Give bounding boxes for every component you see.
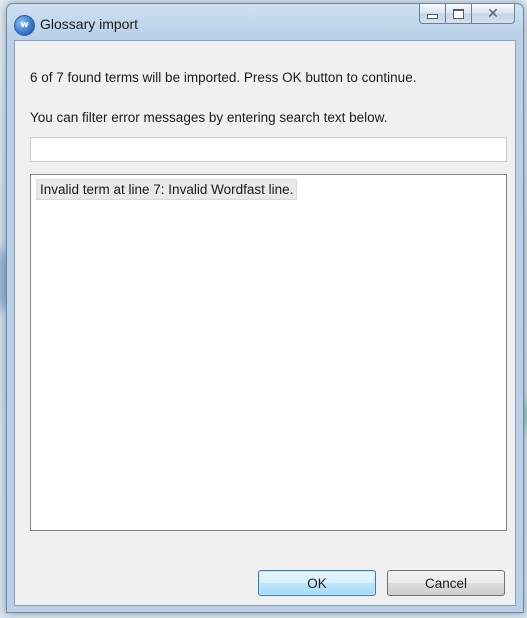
error-filter-input[interactable] xyxy=(30,137,507,162)
title-bar[interactable]: w Glossary import ✕ xyxy=(7,4,523,40)
glossary-import-dialog: w Glossary import ✕ 6 of 7 found terms w… xyxy=(6,3,524,613)
app-logo-icon: w xyxy=(14,15,35,36)
import-summary-text: 6 of 7 found terms will be imported. Pre… xyxy=(30,70,417,85)
close-button[interactable]: ✕ xyxy=(471,4,515,24)
minimize-icon xyxy=(427,14,438,19)
filter-hint-text: You can filter error messages by enterin… xyxy=(30,110,388,125)
maximize-button[interactable] xyxy=(445,4,471,24)
cancel-button[interactable]: Cancel xyxy=(387,570,505,596)
dialog-body: 6 of 7 found terms will be imported. Pre… xyxy=(14,40,516,606)
close-icon: ✕ xyxy=(487,5,499,22)
caption-buttons: ✕ xyxy=(419,4,515,24)
error-list-item[interactable]: Invalid term at line 7: Invalid Wordfast… xyxy=(36,179,298,200)
window-title: Glossary import xyxy=(40,16,139,32)
minimize-button[interactable] xyxy=(419,4,445,24)
ok-button[interactable]: OK xyxy=(258,570,376,596)
maximize-icon xyxy=(453,8,464,19)
error-message-list[interactable]: Invalid term at line 7: Invalid Wordfast… xyxy=(30,174,507,531)
